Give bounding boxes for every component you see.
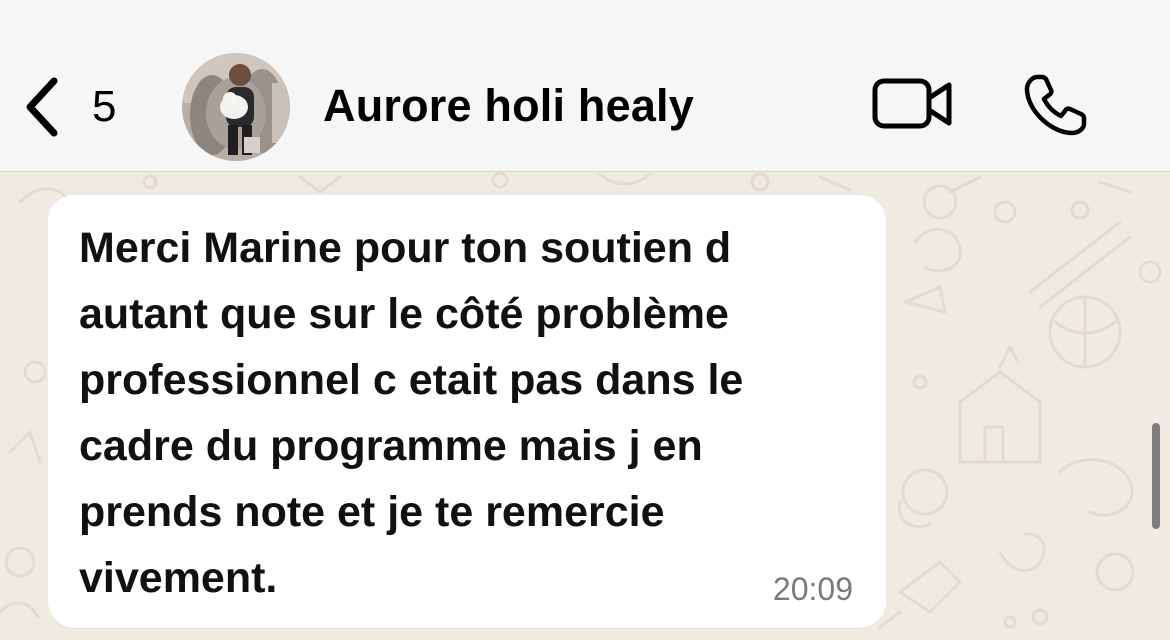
avatar[interactable] [182, 53, 290, 161]
chat-screen: 5 Aurore holi healy Merci Marine pour to… [0, 0, 1170, 640]
scrollbar[interactable] [1152, 423, 1160, 529]
phone-icon [1022, 74, 1090, 142]
back-button[interactable]: 5 [22, 74, 132, 140]
message-text: Merci Marine pour ton soutien d autant q… [79, 224, 744, 602]
message-bubble[interactable]: Merci Marine pour ton soutien d autant q… [48, 195, 886, 628]
message-timestamp: 20:09 [772, 571, 853, 607]
video-call-button[interactable] [870, 74, 956, 134]
contact-name[interactable]: Aurore holi healy [323, 80, 694, 132]
voice-call-button[interactable] [1022, 72, 1090, 138]
chat-area[interactable]: Merci Marine pour ton soutien d autant q… [0, 172, 1170, 640]
unread-count: 5 [92, 82, 117, 131]
chevron-left-icon [22, 76, 62, 138]
chat-header: 5 Aurore holi healy [0, 0, 1170, 172]
video-camera-icon [870, 78, 956, 138]
